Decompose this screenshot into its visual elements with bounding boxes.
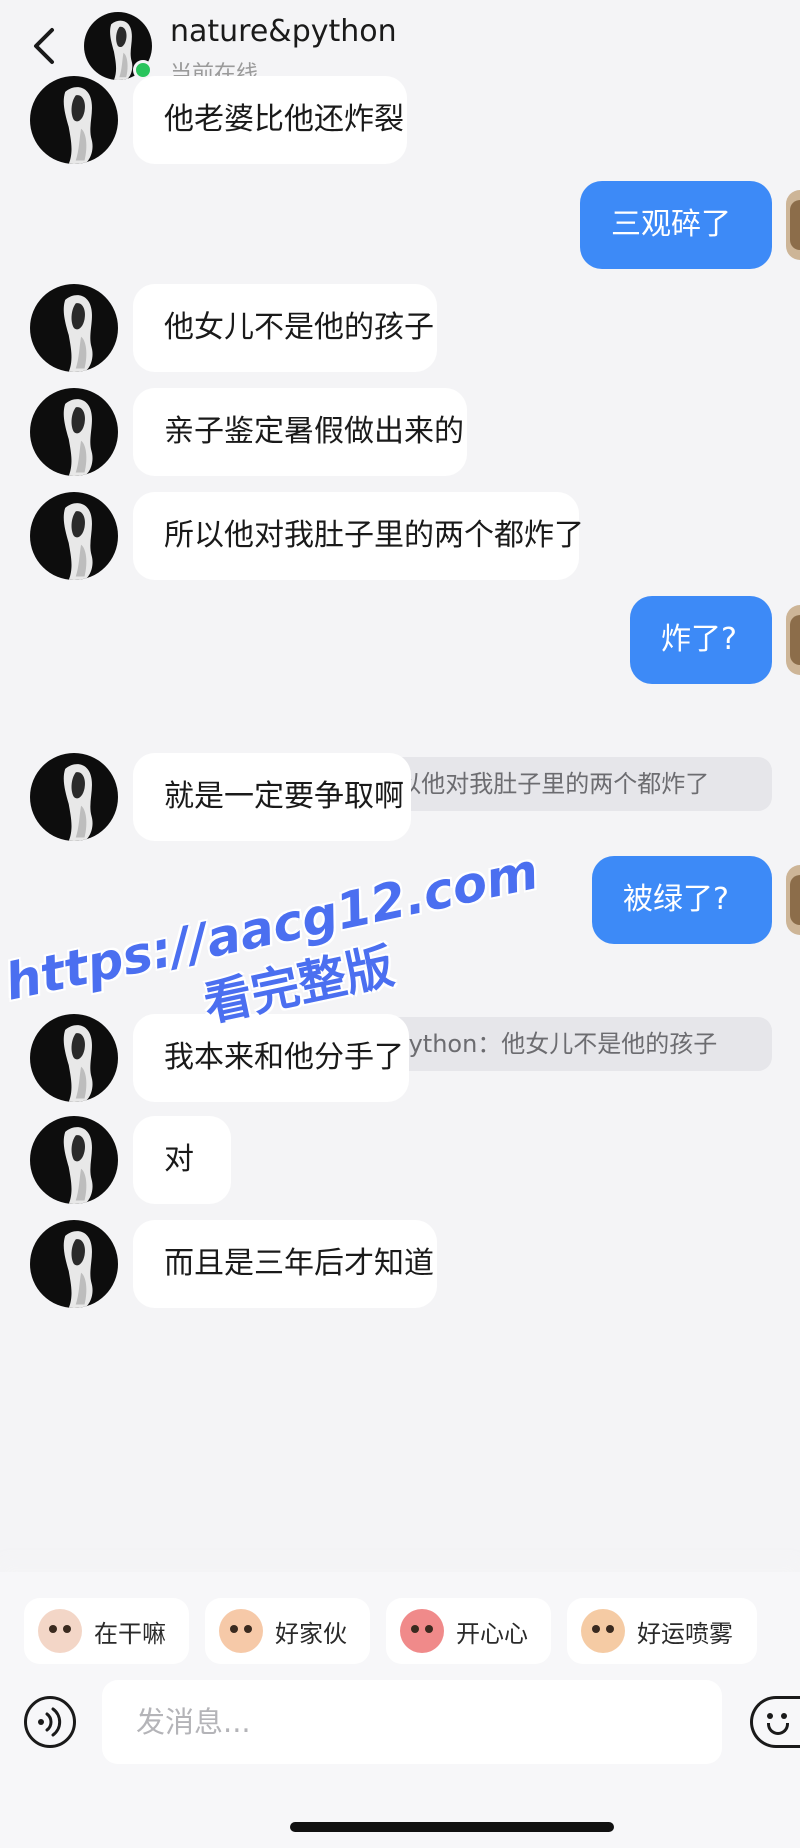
incoming-message-bubble[interactable]: 对 (133, 1116, 231, 1204)
incoming-message-bubble[interactable]: 而且是三年后才知道 (133, 1220, 437, 1308)
contact-avatar[interactable] (30, 1116, 118, 1204)
contact-avatar[interactable] (30, 388, 118, 476)
emoji-button[interactable] (750, 1696, 800, 1748)
sticker-kaixinxin-icon (400, 1609, 444, 1653)
contact-avatar[interactable] (30, 1220, 118, 1308)
sticker-haoyunpenwu-icon (581, 1609, 625, 1653)
sticker-chip[interactable]: 好运喷雾 (567, 1598, 757, 1664)
message-input[interactable] (102, 1680, 722, 1764)
contact-avatar[interactable] (30, 753, 118, 841)
contact-avatar[interactable] (30, 76, 118, 164)
voice-icon (38, 1707, 62, 1737)
sticker-chip[interactable]: 好家伙 (205, 1598, 370, 1664)
voice-input-button[interactable] (24, 1696, 76, 1748)
incoming-message-bubble[interactable]: 亲子鉴定暑假做出来的 (133, 388, 467, 476)
incoming-message-bubble[interactable]: 他女儿不是他的孩子 (133, 284, 437, 372)
sticker-label: 开心心 (456, 1619, 528, 1648)
incoming-message-bubble[interactable]: 就是一定要争取啊 (133, 753, 411, 841)
chevron-left-icon (34, 28, 54, 64)
self-avatar[interactable] (786, 605, 800, 675)
outgoing-message-bubble[interactable]: 三观碎了 (580, 181, 772, 269)
composer-panel: 在干嘛 好家伙 开心心 好运喷雾 (0, 1572, 800, 1848)
back-button[interactable] (26, 22, 66, 70)
sticker-chip[interactable]: 在干嘛 (24, 1598, 189, 1664)
contact-avatar[interactable] (30, 284, 118, 372)
self-avatar[interactable] (786, 865, 800, 935)
sticker-haojiahuo-icon (219, 1609, 263, 1653)
incoming-message-bubble[interactable]: 他老婆比他还炸裂 (133, 76, 407, 164)
sticker-label: 好运喷雾 (637, 1619, 733, 1648)
sticker-label: 好家伙 (275, 1619, 347, 1648)
sticker-suggestion-row: 在干嘛 好家伙 开心心 好运喷雾 (0, 1598, 800, 1664)
chat-header: nature&python 当前在线 (0, 0, 800, 94)
outgoing-message-bubble[interactable]: 被绿了? (592, 856, 772, 944)
contact-avatar[interactable] (30, 492, 118, 580)
home-indicator (290, 1822, 614, 1832)
contact-name[interactable]: nature&python (170, 14, 397, 49)
contact-avatar-button[interactable] (84, 12, 153, 80)
incoming-message-bubble[interactable]: 所以他对我肚子里的两个都炸了 (133, 492, 584, 580)
sticker-chip[interactable]: 开心心 (386, 1598, 551, 1664)
outgoing-message-bubble[interactable]: 炸了? (630, 596, 772, 684)
self-avatar[interactable] (786, 190, 800, 260)
sticker-label: 在干嘛 (94, 1619, 166, 1648)
sticker-zaiganma-icon (38, 1609, 82, 1653)
